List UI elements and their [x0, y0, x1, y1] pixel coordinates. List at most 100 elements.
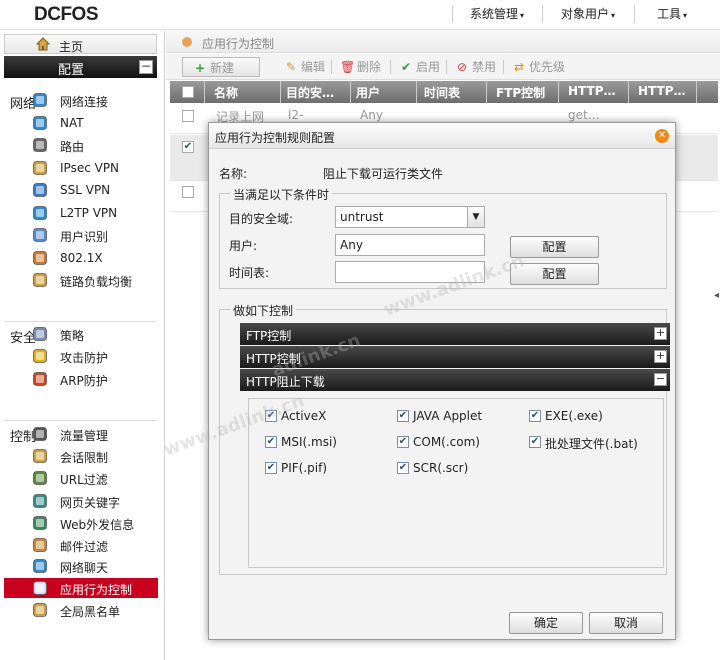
- checkbox-check-icon[interactable]: ✔: [265, 436, 277, 448]
- sidebar-item-2-3[interactable]: 网页关键字: [30, 491, 158, 511]
- sidebar-item-2-8[interactable]: 全局黑名单: [30, 600, 158, 620]
- expand-icon[interactable]: +: [654, 327, 667, 340]
- sidebar-item-2-4[interactable]: Web外发信息: [30, 513, 158, 533]
- row-checkbox[interactable]: ✔: [182, 141, 194, 153]
- checkbox-check-icon[interactable]: ✔: [529, 410, 541, 422]
- checkbox-check-icon[interactable]: ✔: [529, 436, 541, 448]
- ftp-control-section[interactable]: FTP控制 +: [240, 323, 670, 345]
- rule-user: Any: [360, 108, 383, 122]
- chat-icon: [32, 558, 48, 574]
- sidebar-item-0-8[interactable]: 链路负载均衡: [30, 270, 158, 290]
- config-section-header[interactable]: 配置 −: [4, 56, 157, 78]
- policy-icon: [32, 326, 48, 342]
- sidebar-item-1-1[interactable]: 攻击防护: [30, 346, 158, 366]
- traffic-icon: [32, 426, 48, 442]
- checkbox-check-icon[interactable]: ✔: [265, 410, 277, 422]
- priority-button[interactable]: ⇄ 优先级: [512, 57, 565, 77]
- sidebar-item-1-0[interactable]: 策略: [30, 324, 158, 344]
- sidebar-item-1-2[interactable]: ARP防护: [30, 369, 158, 389]
- breadcrumb: 应用行为控制: [166, 31, 720, 53]
- sidebar-item-2-2[interactable]: URL过滤: [30, 468, 158, 488]
- edit-button[interactable]: ✎ 编辑: [284, 57, 325, 77]
- menu-tools[interactable]: 工具 ▾: [644, 0, 700, 28]
- web-post-icon: [32, 515, 48, 531]
- breadcrumb-dot-icon: [182, 37, 192, 47]
- sidebar-item-2-1[interactable]: 会话限制: [30, 446, 158, 466]
- router-icon: [32, 137, 48, 153]
- menu-objects-users[interactable]: 对象用户 ▾: [552, 0, 624, 28]
- collapse-icon[interactable]: −: [139, 60, 153, 74]
- sidebar-item-home[interactable]: 主页: [4, 34, 157, 54]
- sidebar-item-label: L2TP VPN: [60, 206, 118, 220]
- sidebar-item-label: 会话限制: [60, 451, 109, 465]
- sidebar-item-0-0[interactable]: 网络连接: [30, 90, 158, 110]
- dialog-title: 应用行为控制规则配置: [215, 131, 336, 145]
- checkbox-check-icon[interactable]: ✔: [397, 462, 409, 474]
- home-icon: [35, 36, 51, 55]
- actions-fieldset: 做如下控制 FTP控制 + HTTP控制 + HTTP阻止下载 − ✔ Activ…: [219, 302, 670, 575]
- plus-icon: +: [194, 61, 206, 75]
- column-header-name[interactable]: 名称: [214, 84, 238, 101]
- rule-http: get…: [568, 108, 600, 122]
- trash-icon: 🗑: [340, 60, 356, 74]
- rule-config-dialog: 应用行为控制规则配置 ✕ 名称: 阻止下载可运行类文件 当满足以下条件时 目的安…: [208, 122, 676, 640]
- sidebar-item-2-0[interactable]: 流量管理: [30, 424, 158, 444]
- sidebar-item-0-7[interactable]: 802.1X: [30, 248, 158, 268]
- expand-icon[interactable]: +: [654, 350, 667, 363]
- edit-icon: ✎: [285, 60, 297, 74]
- http-control-section[interactable]: HTTP控制 +: [240, 346, 670, 368]
- http-block-download-section[interactable]: HTTP阻止下载 −: [240, 369, 670, 391]
- chevron-down-icon[interactable]: ▼: [467, 207, 484, 227]
- column-header-user[interactable]: 用户: [356, 84, 380, 101]
- sidebar-item-0-5[interactable]: L2TP VPN: [30, 203, 158, 223]
- arp-icon: [32, 371, 48, 387]
- column-header-zone[interactable]: 目的安…: [286, 84, 334, 101]
- checkbox-check-icon[interactable]: ✔: [397, 436, 409, 448]
- menu-divider: [542, 5, 543, 23]
- close-icon[interactable]: ✕: [655, 129, 669, 143]
- sidebar-item-0-6[interactable]: 用户识别: [30, 225, 158, 245]
- row-checkbox[interactable]: [182, 186, 194, 198]
- select-all-checkbox[interactable]: [182, 86, 194, 98]
- column-header-ftp[interactable]: FTP控制: [496, 84, 545, 101]
- disable-button[interactable]: ⊘ 禁用: [455, 57, 496, 77]
- zone-select[interactable]: untrust ▼: [335, 206, 485, 228]
- breadcrumb-label: 应用行为控制: [202, 37, 275, 51]
- new-button[interactable]: + 新建: [182, 57, 260, 77]
- globe-icon: [32, 92, 48, 108]
- file-type-label: SCR(.scr): [413, 461, 469, 475]
- schedule-config-button[interactable]: 配置: [510, 263, 599, 285]
- sidebar-item-0-3[interactable]: IPsec VPN: [30, 158, 158, 178]
- rule-zone: l2-: [288, 108, 304, 122]
- file-type-label: JAVA Applet: [413, 409, 483, 423]
- top-bar: DCFOS 系统管理 ▾ 对象用户 ▾ 工具 ▾: [0, 0, 720, 30]
- checkbox-check-icon[interactable]: ✔: [265, 462, 277, 474]
- sidebar-item-2-7[interactable]: 应用行为控制: [4, 578, 158, 598]
- column-header-http[interactable]: HTTP…: [568, 84, 615, 98]
- menu-system[interactable]: 系统管理 ▾: [462, 0, 532, 28]
- column-header-http-2[interactable]: HTTP…: [638, 84, 685, 98]
- user-field[interactable]: Any: [335, 234, 485, 256]
- session-icon: [32, 448, 48, 464]
- checkbox-check-icon[interactable]: ✔: [397, 410, 409, 422]
- sidebar-item-label: SSL VPN: [60, 183, 111, 197]
- sidebar-item-0-1[interactable]: NAT: [30, 113, 158, 133]
- schedule-field[interactable]: [335, 261, 485, 283]
- shield-icon: [32, 348, 48, 364]
- ok-button[interactable]: 确定: [509, 612, 583, 634]
- enable-button[interactable]: ✔ 启用: [399, 57, 440, 77]
- mail-icon: [32, 537, 48, 553]
- cancel-button[interactable]: 取消: [589, 612, 663, 634]
- user-config-button[interactable]: 配置: [510, 236, 599, 258]
- splitter-handle-icon[interactable]: ◂: [714, 290, 719, 301]
- collapse-icon[interactable]: −: [654, 373, 667, 386]
- sidebar-item-0-2[interactable]: 路由: [30, 135, 158, 155]
- sidebar-item-0-4[interactable]: SSL VPN: [30, 180, 158, 200]
- schedule-label: 时间表:: [229, 266, 270, 280]
- sidebar-item-2-6[interactable]: 网络聊天: [30, 556, 158, 576]
- delete-button[interactable]: 🗑 删除: [340, 57, 381, 77]
- row-checkbox[interactable]: [182, 110, 194, 122]
- column-header-schedule[interactable]: 时间表: [424, 84, 460, 101]
- sidebar-item-2-5[interactable]: 邮件过滤: [30, 535, 158, 555]
- sidebar-item-label: NAT: [60, 116, 84, 130]
